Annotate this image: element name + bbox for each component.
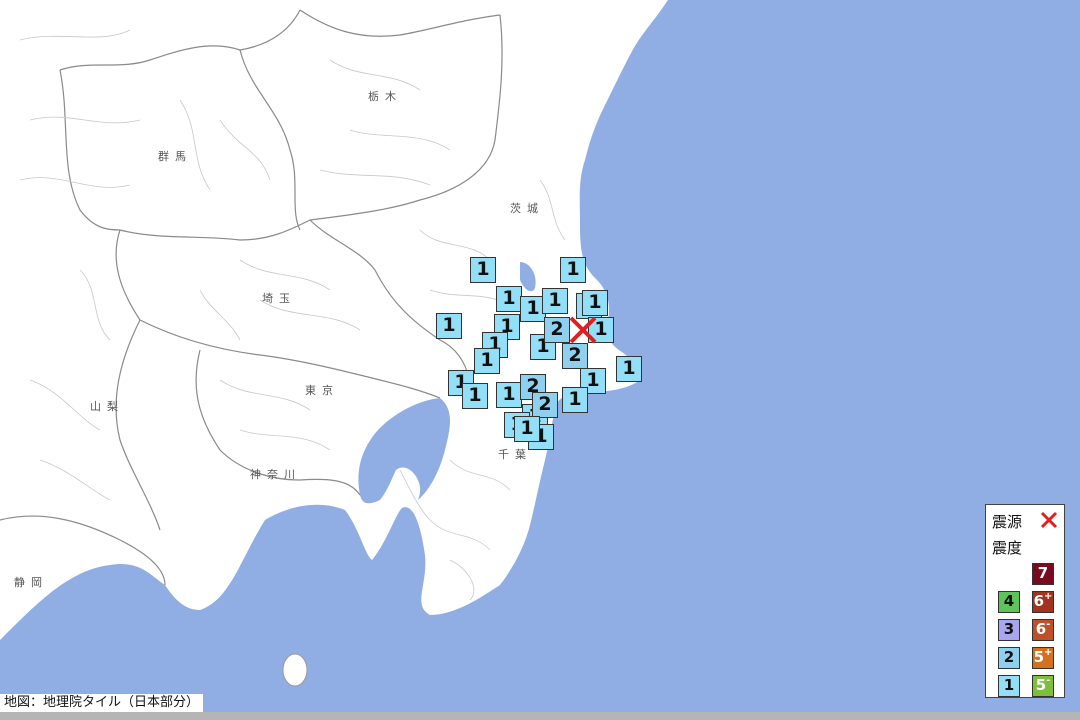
legend-intensity-6plus: 6+: [1032, 591, 1054, 613]
legend-intensity-label: 震度: [992, 539, 1023, 557]
intensity-marker[interactable]: 1: [496, 382, 522, 408]
legend-epicenter-icon: [1040, 511, 1058, 529]
legend-intensity-4: 4: [998, 591, 1020, 613]
prefecture-label-shizuoka: 静岡: [14, 576, 48, 589]
map-viewport[interactable]: 栃木群馬茨城埼玉東京山梨神奈川千葉静岡 11111111111111111111…: [0, 0, 1080, 720]
prefecture-label-gunma: 群馬: [158, 150, 192, 163]
intensity-marker[interactable]: 2: [544, 317, 570, 343]
base-map: [0, 0, 1080, 720]
intensity-marker[interactable]: 1: [462, 383, 488, 409]
intensity-marker[interactable]: 1: [616, 356, 642, 382]
izu-oshima-island: [282, 653, 308, 687]
prefecture-label-tokyo: 東京: [305, 384, 339, 397]
intensity-marker[interactable]: 1: [436, 313, 462, 339]
prefecture-label-chiba: 千葉: [498, 448, 532, 461]
intensity-marker[interactable]: 2: [532, 392, 558, 418]
legend-intensity-6minus: 6-: [1032, 619, 1054, 641]
legend-intensity-5plus: 5+: [1032, 647, 1054, 669]
intensity-legend: 震源 震度 7 6+ 6- 5+ 5- 4 3 2 1: [985, 504, 1065, 698]
prefecture-label-ibaraki: 茨城: [510, 202, 544, 215]
intensity-marker[interactable]: 1: [562, 387, 588, 413]
intensity-marker[interactable]: 1: [496, 286, 522, 312]
legend-intensity-5minus: 5-: [1032, 675, 1054, 697]
prefecture-label-tochigi: 栃木: [368, 90, 402, 103]
prefecture-label-saitama: 埼玉: [262, 292, 296, 305]
intensity-marker[interactable]: 1: [560, 257, 586, 283]
legend-intensity-7: 7: [1032, 563, 1054, 585]
intensity-marker[interactable]: 1: [542, 288, 568, 314]
intensity-marker[interactable]: 1: [514, 416, 540, 442]
intensity-marker[interactable]: 1: [474, 348, 500, 374]
prefecture-label-yamanashi: 山梨: [90, 400, 124, 413]
intensity-marker[interactable]: 2: [562, 343, 588, 369]
bottom-bar: [0, 712, 1080, 720]
legend-intensity-3: 3: [998, 619, 1020, 641]
legend-intensity-2: 2: [998, 647, 1020, 669]
prefecture-label-kanagawa: 神奈川: [250, 468, 301, 481]
intensity-marker[interactable]: 1: [470, 257, 496, 283]
epicenter-marker: [569, 316, 597, 344]
legend-epicenter-label: 震源: [992, 513, 1023, 531]
legend-intensity-1: 1: [998, 675, 1020, 697]
map-attribution: 地図：地理院タイル（日本部分）: [0, 694, 204, 712]
intensity-marker[interactable]: 1: [582, 290, 608, 316]
